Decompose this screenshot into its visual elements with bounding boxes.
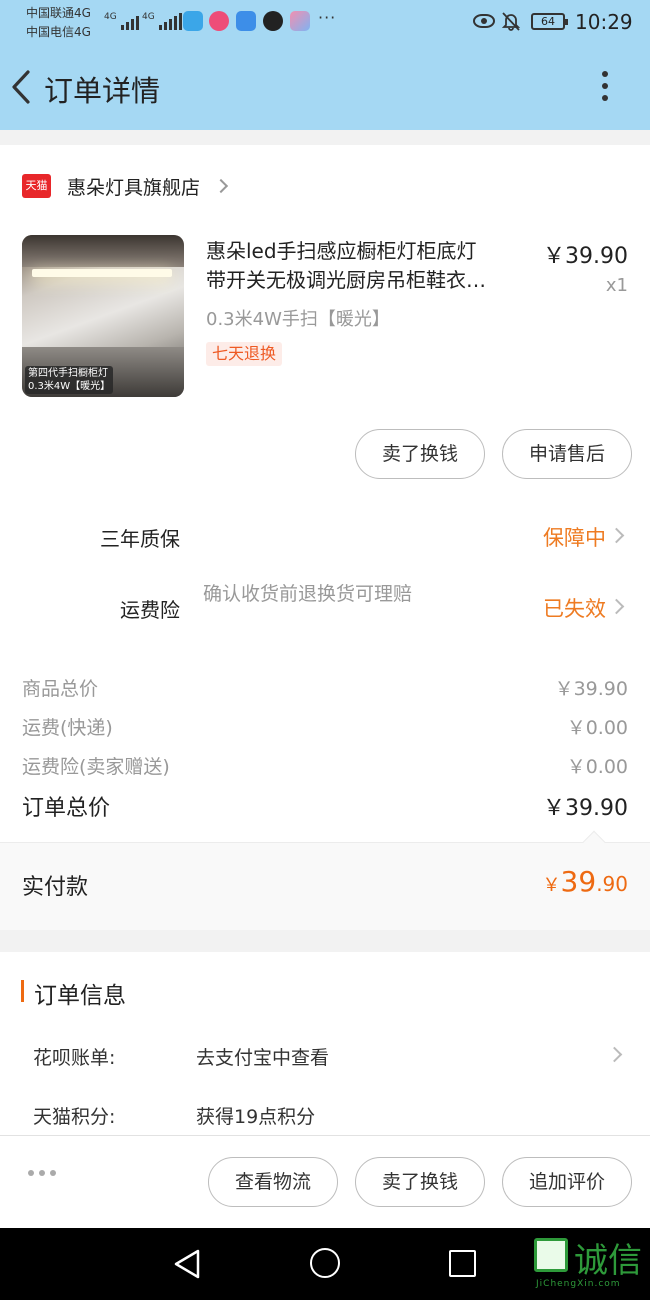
nav-home-icon[interactable] [310, 1248, 340, 1278]
product-image[interactable]: 第四代手扫橱柜灯 0.3米4W【暖光】 [22, 235, 184, 397]
shipping-insurance-desc: 确认收货前退换货可理赔 [203, 583, 413, 605]
huabei-bill-label: 花呗账单: [33, 1047, 116, 1069]
app-icon [236, 11, 256, 31]
warranty-label: 三年质保 [100, 527, 180, 551]
product-image-caption: 第四代手扫橱柜灯 0.3米4W【暖光】 [25, 366, 114, 394]
tmall-points-value: 获得19点积分 [196, 1106, 316, 1128]
chevron-right-icon [213, 178, 229, 194]
nav-back-icon[interactable] [172, 1248, 202, 1280]
signal-icon: 4G [142, 12, 182, 30]
fee-row: 运费(快递) ￥0.00 [22, 717, 628, 739]
product-quantity: x1 [605, 275, 628, 296]
carrier-2: 中国电信4G [26, 25, 91, 39]
more-actions-icon[interactable] [28, 1170, 56, 1176]
after-sale-button[interactable]: 申请售后 [502, 429, 632, 479]
view-logistics-button[interactable]: 查看物流 [208, 1157, 338, 1207]
nav-bar: 订单详情 [0, 46, 650, 130]
order-info-title: 订单信息 [34, 983, 126, 1009]
product-price: ￥39.90 [543, 244, 628, 269]
app-icon [209, 11, 229, 31]
bell-mute-icon [502, 12, 520, 31]
page-title: 订单详情 [44, 74, 161, 108]
actual-payment-label: 实付款 [22, 875, 89, 900]
shipping-insurance-status: 已失效 [543, 597, 606, 621]
tmall-icon: 天猫 [22, 174, 51, 198]
battery-icon: 64 [531, 13, 568, 30]
system-nav-bar: 诚信 JiChengXin.com [0, 1228, 650, 1300]
eye-icon [473, 14, 495, 28]
order-info-card: 订单信息 花呗账单: 去支付宝中查看 天猫积分: 获得19点积分 [0, 952, 650, 1135]
add-review-button[interactable]: 追加评价 [502, 1157, 632, 1207]
chevron-right-icon [608, 527, 625, 544]
shop-name: 惠朵灯具旗舰店 [67, 176, 201, 199]
sell-for-cash-button[interactable]: 卖了换钱 [355, 1157, 485, 1207]
watermark-logo: 诚信 JiChengXin.com [532, 1235, 650, 1295]
chevron-right-icon [606, 1046, 623, 1063]
watermark-icon [534, 1238, 568, 1272]
tiktok-icon [263, 11, 283, 31]
return-policy-badge: 七天退换 [206, 342, 283, 366]
order-card: 天猫 惠朵灯具旗舰店 第四代手扫橱柜灯 0.3米4W【暖光】 惠朵led手扫感应… [0, 145, 650, 930]
status-bar: 中国联通4G 中国电信4G 4G 4G ··· 64 10:29 [0, 0, 650, 46]
back-icon[interactable] [10, 68, 34, 106]
fee-row: 商品总价 ￥39.90 [22, 678, 628, 700]
chevron-right-icon [608, 598, 625, 615]
actual-payment-row: 实付款 ￥39.90 [0, 830, 650, 930]
bottom-action-bar: 查看物流 卖了换钱 追加评价 [0, 1135, 650, 1228]
clock: 10:29 [575, 10, 633, 34]
signal-icon: 4G [104, 12, 139, 30]
fee-row: 运费险(卖家赠送) ￥0.00 [22, 756, 628, 778]
shop-row[interactable]: 天猫 惠朵灯具旗舰店 [22, 173, 229, 199]
huabei-bill-value: 去支付宝中查看 [196, 1047, 330, 1069]
wifi-app-icon [183, 11, 203, 31]
section-accent-bar [21, 980, 24, 1002]
warranty-status: 保障中 [543, 526, 606, 550]
nav-recent-apps-icon[interactable] [449, 1250, 476, 1277]
order-total-row: 订单总价 ￥39.90 [22, 796, 628, 821]
app-icon [290, 11, 310, 31]
actual-payment-value: ￥39.90 [542, 865, 628, 898]
product-sku: 0.3米4W手扫【暖光】 [206, 309, 390, 330]
carrier-1: 中国联通4G [26, 6, 91, 20]
sell-for-cash-button[interactable]: 卖了换钱 [355, 429, 485, 479]
shipping-insurance-label: 运费险 [120, 598, 180, 622]
more-menu-icon[interactable] [600, 71, 610, 105]
tmall-points-label: 天猫积分: [33, 1106, 116, 1128]
more-notifications-icon: ··· [318, 8, 337, 27]
product-title[interactable]: 惠朵led手扫感应橱柜灯柜底灯 带开关无极调光厨房吊柜鞋衣… [206, 237, 528, 295]
